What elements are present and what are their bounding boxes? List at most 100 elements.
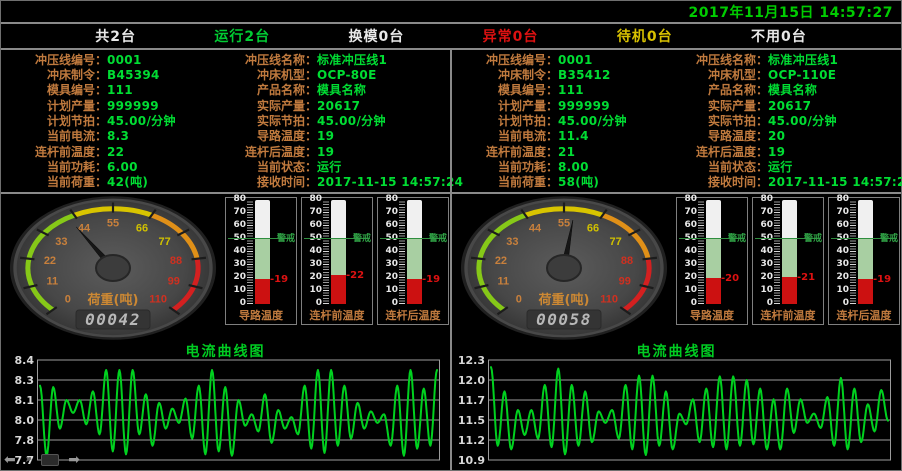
info-label: 实际节拍：: [221, 114, 317, 128]
thermo-tick-label: 10: [753, 285, 773, 296]
info-row: 当前状态：运行: [672, 160, 901, 174]
back-arrow-icon[interactable]: ⬅: [4, 453, 16, 467]
y-tick-label: 11.5: [452, 414, 485, 427]
thermometer-导路温度: 80706050403020100警戒-20导路温度: [676, 197, 748, 325]
y-tick-label: 12.3: [452, 354, 485, 367]
info-value: 45.00/分钟: [768, 114, 837, 128]
info-value: 20617: [768, 99, 811, 113]
info-value: 19: [317, 145, 334, 159]
info-row: 当前功耗：6.00: [5, 160, 221, 174]
info-label: 连杆后温度：: [672, 145, 768, 159]
thermo-fill: [255, 279, 270, 304]
info-column: 冲压线编号：0001冲床制令：B35412模具编号：111计划产量：999999…: [456, 52, 672, 190]
thermo-tick-label: 80: [226, 194, 246, 205]
svg-text:110: 110: [600, 293, 618, 305]
thermo-tick-label: 60: [677, 220, 697, 231]
status-count-running[interactable]: 运行2台: [214, 26, 270, 46]
svg-text:88: 88: [170, 255, 182, 267]
info-value: 20617: [317, 99, 360, 113]
thermo-tick-label: 30: [226, 259, 246, 270]
info-row: 当前状态：运行: [221, 160, 450, 174]
thermo-tick-label: 80: [378, 194, 398, 205]
info-label: 导路温度：: [221, 129, 317, 143]
thermo-name-label: 连杆后温度: [829, 307, 899, 323]
thermo-tube: [706, 200, 721, 304]
warn-threshold-label: 警戒: [880, 231, 898, 244]
thermometer-连杆前温度: 80706050403020100警戒-22连杆前温度: [301, 197, 373, 325]
thermo-tick-label: 30: [378, 259, 398, 270]
info-label: 冲床机型：: [672, 68, 768, 82]
forward-arrow-icon[interactable]: ➡: [68, 453, 80, 467]
thermometer-连杆后温度: 80706050403020100警戒-19连杆后温度: [377, 197, 449, 325]
thermo-tick-marks: [698, 200, 704, 304]
y-tick-label: 10.9: [452, 454, 485, 467]
info-label: 计划产量：: [5, 99, 107, 113]
load-gauge: 0112233445566778899110荷重(吨)00058: [455, 194, 673, 340]
cursor-arrow-icon[interactable]: ➤: [25, 453, 33, 467]
machine-2-info-panel: 冲压线编号：0001冲床制令：B35412模具编号：111计划产量：999999…: [452, 50, 901, 192]
thermo-tube: [255, 200, 270, 304]
status-count-standby[interactable]: 待机0台: [617, 26, 673, 46]
thermo-normal-zone: [782, 239, 797, 277]
thermo-tick-marks: [399, 200, 405, 304]
thermo-tick-label: 60: [829, 220, 849, 231]
info-value: 19: [317, 129, 334, 143]
thermometer-scale-area: 80706050403020100警戒-19: [378, 198, 448, 307]
info-label: 模具编号：: [456, 83, 558, 97]
status-count-mold-change[interactable]: 换模0台: [349, 26, 405, 46]
info-column: 冲压线名称：标准冲压线1冲床机型：OCP-80E产品名称：模具名称实际产量：20…: [221, 52, 450, 190]
info-row: 导路温度：20: [672, 129, 901, 143]
thermo-tick-label: 40: [677, 246, 697, 257]
info-label: 导路温度：: [672, 129, 768, 143]
info-label: 当前功耗：: [5, 160, 107, 174]
info-row: 计划节拍：45.00/分钟: [5, 114, 221, 128]
thermo-tick-label: 70: [677, 207, 697, 218]
thermo-tick-label: 40: [829, 246, 849, 257]
info-value: 19: [768, 145, 785, 159]
gauge-title: 荷重(吨): [87, 292, 139, 308]
thermo-tick-label: 70: [302, 207, 322, 218]
thermometer-连杆前温度: 80706050403020100警戒-21连杆前温度: [752, 197, 824, 325]
thermo-normal-zone: [858, 239, 873, 279]
info-row: 接收时间：2017-11-15 14:57:24: [672, 175, 901, 189]
thermo-normal-zone: [706, 239, 721, 278]
info-label: 实际节拍：: [672, 114, 768, 128]
thermo-tick-label: 20: [226, 272, 246, 283]
thermo-tick-label: 40: [302, 246, 322, 257]
info-value: 42(吨): [107, 175, 148, 189]
info-row: 冲压线编号：0001: [5, 53, 221, 67]
info-label: 冲压线编号：: [456, 53, 558, 67]
info-row: 导路温度：19: [221, 129, 450, 143]
thermo-tick-label: 80: [829, 194, 849, 205]
thermo-tick-label: 20: [302, 272, 322, 283]
info-row: 计划产量：999999: [456, 99, 672, 113]
info-value: 运行: [768, 160, 793, 174]
status-count-unused[interactable]: 不用0台: [751, 26, 807, 46]
info-value: 0001: [107, 53, 142, 67]
svg-text:66: 66: [587, 222, 599, 234]
info-panels-row: 冲压线编号：0001冲床制令：B45394模具编号：111计划产量：999999…: [1, 50, 901, 192]
info-value: 20: [768, 129, 785, 143]
window-button-icon[interactable]: [41, 454, 59, 466]
warn-threshold-label: 警戒: [429, 231, 447, 244]
svg-text:77: 77: [159, 236, 171, 248]
status-count-abnormal[interactable]: 异常0台: [483, 26, 539, 46]
thermo-tick-marks: [247, 200, 253, 304]
info-row: 计划节拍：45.00/分钟: [456, 114, 672, 128]
info-value: 999999: [107, 99, 159, 113]
info-value: 45.00/分钟: [317, 114, 386, 128]
svg-text:88: 88: [621, 255, 633, 267]
thermo-fill: [407, 279, 422, 304]
press-line-monitor-window: 2017年11月15日 14:57:27 共2台运行2台换模0台异常0台待机0台…: [0, 0, 902, 471]
info-label: 冲压线名称：: [221, 53, 317, 67]
thermometer-连杆后温度: 80706050403020100警戒-19连杆后温度: [828, 197, 900, 325]
thermo-value-label: -21: [797, 272, 815, 283]
status-count-total[interactable]: 共2台: [95, 26, 136, 46]
machine-2-current-chart: 电流曲线图12.312.011.711.511.210.9: [452, 340, 901, 470]
thermo-tick-label: 10: [226, 285, 246, 296]
y-tick-label: 8.3: [1, 374, 34, 387]
info-row: 当前电流：8.3: [5, 129, 221, 143]
info-label: 当前状态：: [221, 160, 317, 174]
thermometer-导路温度: 80706050403020100警戒-19导路温度: [225, 197, 297, 325]
info-row: 冲压线名称：标准冲压线1: [672, 53, 901, 67]
